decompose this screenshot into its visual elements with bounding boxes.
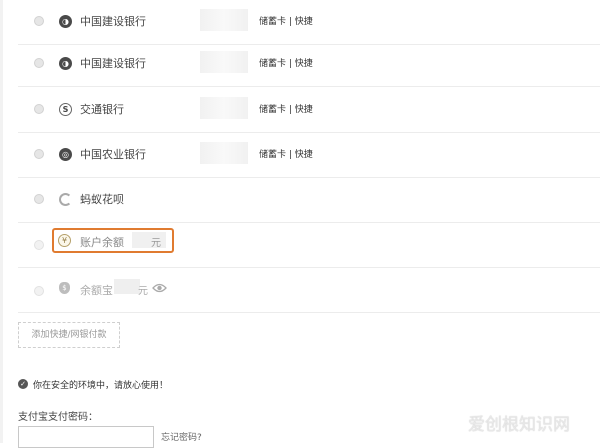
card-type: 储蓄卡 | 快捷 <box>259 105 313 115</box>
ccb-bank-icon: ◑ <box>59 57 72 70</box>
ccb-bank-icon: ◑ <box>59 15 72 28</box>
payment-option-balance[interactable]: ¥ 账户余额 元 <box>18 223 600 268</box>
yuebao-label: 余额宝 <box>80 284 113 297</box>
radio-button[interactable] <box>34 240 44 250</box>
bank-name: 交通银行 <box>80 103 124 116</box>
payment-option-bocom[interactable]: S 交通银行 储蓄卡 | 快捷 <box>18 88 600 133</box>
watermark: 爱创根知识网 <box>468 415 570 435</box>
password-label: 支付宝支付密码： <box>18 412 98 423</box>
eye-icon[interactable] <box>152 283 167 293</box>
bocom-bank-icon: S <box>59 103 72 116</box>
balance-unit: 元 <box>151 238 161 249</box>
add-payment-method-button[interactable]: 添加快捷/网银付款 <box>18 322 120 348</box>
radio-button[interactable] <box>34 286 44 296</box>
masked-yuebao-balance <box>114 279 140 294</box>
payment-option-ccb-1[interactable]: ◑ 中国建设银行 储蓄卡 | 快捷 <box>18 0 600 45</box>
card-type: 储蓄卡 | 快捷 <box>259 150 313 160</box>
check-shield-icon: ✓ <box>18 379 28 389</box>
masked-card-number <box>200 51 248 73</box>
yuebao-unit: 元 <box>138 286 148 297</box>
radio-button[interactable] <box>34 194 44 204</box>
yuan-icon: ¥ <box>58 234 71 247</box>
forgot-password-link[interactable]: 忘记密码? <box>161 430 202 443</box>
yuebao-icon: $ <box>59 282 70 294</box>
radio-button[interactable] <box>34 58 44 68</box>
bank-name: 中国建设银行 <box>80 15 146 28</box>
left-edge <box>0 0 3 443</box>
bank-name: 中国建设银行 <box>80 57 146 70</box>
card-type: 储蓄卡 | 快捷 <box>259 17 313 27</box>
payment-option-yuebao[interactable]: $ 余额宝 元 <box>18 268 600 313</box>
method-name: 蚂蚁花呗 <box>80 193 124 206</box>
payment-option-ccb-2[interactable]: ◑ 中国建设银行 储蓄卡 | 快捷 <box>18 42 600 87</box>
radio-button[interactable] <box>34 104 44 114</box>
abc-bank-icon: ◎ <box>59 148 72 161</box>
card-type: 储蓄卡 | 快捷 <box>259 59 313 69</box>
password-input[interactable] <box>18 426 154 448</box>
balance-label: 账户余额 <box>80 236 124 249</box>
radio-button[interactable] <box>34 16 44 26</box>
huabei-icon <box>59 193 72 206</box>
security-notice: 你在安全的环境中，请放心使用！ <box>33 381 169 391</box>
payment-option-huabei[interactable]: 蚂蚁花呗 <box>18 178 600 223</box>
payment-option-abc[interactable]: ◎ 中国农业银行 储蓄卡 | 快捷 <box>18 133 600 178</box>
masked-card-number <box>200 97 248 119</box>
radio-button[interactable] <box>34 149 44 159</box>
masked-card-number <box>200 9 248 31</box>
bank-name: 中国农业银行 <box>80 148 146 161</box>
masked-card-number <box>200 142 248 164</box>
